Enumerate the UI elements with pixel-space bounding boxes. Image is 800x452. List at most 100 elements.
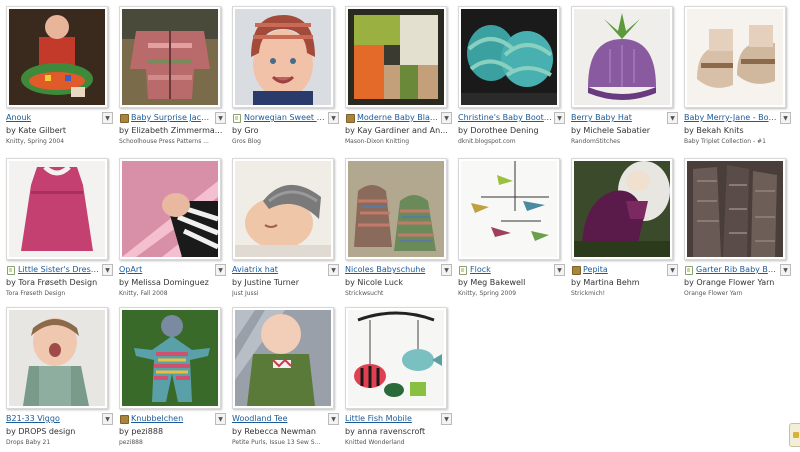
pattern-thumbnail[interactable] [571, 158, 673, 260]
pattern-designer: by Kay Gardiner and An... [345, 126, 448, 135]
pattern-designer: by Martina Behm [571, 278, 640, 287]
card-menu-dropdown[interactable]: ▼ [441, 413, 452, 425]
pattern-source: Knitted Wonderland [345, 439, 405, 446]
pattern-thumbnail[interactable] [345, 6, 447, 108]
pattern-designer: by DROPS design [6, 427, 76, 436]
pattern-source: Gros Blog [232, 138, 261, 145]
pattern-thumbnail[interactable] [6, 6, 108, 108]
pattern-designer: by pezi888 [119, 427, 164, 436]
pattern-title-link[interactable]: Woodland Tee [232, 413, 326, 425]
pattern-designer: by Nicole Luck [345, 278, 403, 287]
card-menu-dropdown[interactable]: ▼ [215, 413, 226, 425]
pattern-title-link[interactable]: Knubbelchen [131, 413, 213, 425]
card-menu-dropdown[interactable]: ▼ [215, 264, 226, 276]
pattern-thumbnail[interactable] [232, 158, 334, 260]
pattern-designer: by Kate Gilbert [6, 126, 67, 135]
pattern-designer: by anna ravenscroft [345, 427, 426, 436]
book-icon [572, 266, 581, 275]
pattern-source: Tora Frøseth Design [6, 290, 66, 297]
card-menu-dropdown[interactable]: ▼ [328, 413, 339, 425]
pattern-thumbnail[interactable] [571, 6, 673, 108]
web-page-icon [459, 266, 467, 275]
pattern-thumbnail[interactable] [232, 307, 334, 409]
pattern-designer: by Tora Frøseth Design [6, 278, 98, 287]
card-menu-dropdown[interactable]: ▼ [667, 112, 678, 124]
card-menu-dropdown[interactable]: ▼ [441, 112, 452, 124]
pattern-designer: by Justine Turner [232, 278, 300, 287]
pattern-title-link[interactable]: Baby Surprise Jacket [131, 112, 213, 124]
pattern-thumbnail[interactable] [119, 6, 221, 108]
web-page-icon [233, 114, 241, 123]
card-menu-dropdown[interactable]: ▼ [667, 264, 678, 276]
pattern-thumbnail[interactable] [345, 307, 447, 409]
pattern-source: Strickwsucht [345, 290, 384, 297]
pattern-grid: Anouk ▼ by Kate Gilbert Knitty, Spring 2… [0, 0, 800, 452]
pattern-title-link[interactable]: Little Sister's Dress (... [18, 264, 100, 276]
pattern-thumbnail[interactable] [6, 158, 108, 260]
pattern-source: Orange Flower Yarn [684, 290, 743, 297]
card-menu-dropdown[interactable]: ▼ [554, 112, 565, 124]
pattern-title-link[interactable]: Christine's Baby Booties [458, 112, 552, 124]
card-menu-dropdown[interactable]: ▼ [441, 264, 452, 276]
pattern-designer: by Melissa Dominguez [119, 278, 209, 287]
pattern-thumbnail[interactable] [458, 6, 560, 108]
pattern-source: Knitty, Spring 2009 [458, 290, 517, 297]
pattern-designer: by Michele Sabatier [571, 126, 651, 135]
pattern-title-link[interactable]: Nicoles Babyschuhe [345, 264, 439, 276]
pattern-designer: by Orange Flower Yarn [684, 278, 775, 287]
pattern-source: Just Jussi [232, 290, 259, 297]
pattern-source: dknit.blogspot.com [458, 138, 516, 145]
pattern-title-link[interactable]: Garter Rib Baby Blan... [696, 264, 778, 276]
card-menu-dropdown[interactable]: ▼ [102, 112, 113, 124]
pattern-source: Knitty, Spring 2004 [6, 138, 65, 145]
book-icon [120, 415, 129, 424]
pattern-title-link[interactable]: B21-33 Viggo [6, 413, 100, 425]
pattern-designer: by Meg Bakewell [458, 278, 526, 287]
card-menu-dropdown[interactable]: ▼ [102, 413, 113, 425]
pattern-thumbnail[interactable] [119, 158, 221, 260]
card-menu-dropdown[interactable]: ▼ [328, 112, 339, 124]
card-menu-dropdown[interactable]: ▼ [102, 264, 113, 276]
pattern-source: pezi888 [119, 439, 143, 446]
pattern-title-link[interactable]: Norwegian Sweet Ba... [244, 112, 326, 124]
pattern-thumbnail[interactable] [684, 6, 786, 108]
pattern-designer: by Elizabeth Zimmerma... [119, 126, 223, 135]
book-icon [120, 114, 129, 123]
pattern-designer: by Rebecca Newman [232, 427, 316, 436]
pattern-thumbnail[interactable] [345, 158, 447, 260]
pattern-source: Mason-Dixon Knitting [345, 138, 410, 145]
pattern-designer: by Dorothee Dening [458, 126, 539, 135]
pattern-thumbnail[interactable] [232, 6, 334, 108]
pattern-title-link[interactable]: Aviatrix hat [232, 264, 326, 276]
feedback-icon [793, 432, 799, 438]
pattern-source: Baby Triplet Collection - #1 [684, 138, 766, 145]
pattern-source: RandomStitches [571, 138, 620, 145]
pattern-designer: by Gro [232, 126, 259, 135]
pattern-title-link[interactable]: Berry Baby Hat [571, 112, 665, 124]
web-page-icon [685, 266, 693, 275]
feedback-tab-button[interactable] [789, 423, 800, 447]
pattern-title-link[interactable]: Anouk [6, 112, 100, 124]
pattern-title-link[interactable]: Flock [470, 264, 552, 276]
card-menu-dropdown[interactable]: ▼ [328, 264, 339, 276]
pattern-title-link[interactable]: Moderne Baby Blanket [357, 112, 439, 124]
pattern-designer: by Bekah Knits [684, 126, 744, 135]
pattern-thumbnail[interactable] [458, 158, 560, 260]
pattern-title-link[interactable]: Pepita [583, 264, 665, 276]
pattern-title-link[interactable]: Little Fish Mobile [345, 413, 439, 425]
pattern-source: Schoolhouse Press Patterns ... [119, 138, 209, 145]
pattern-source: Drops Baby 21 [6, 439, 51, 446]
pattern-thumbnail[interactable] [119, 307, 221, 409]
pattern-thumbnail[interactable] [6, 307, 108, 409]
card-menu-dropdown[interactable]: ▼ [780, 264, 791, 276]
card-menu-dropdown[interactable]: ▼ [554, 264, 565, 276]
pattern-source: Petite Purls, Issue 13 Sew S... [232, 439, 321, 446]
pattern-source: Strickmich! [571, 290, 606, 297]
pattern-title-link[interactable]: Baby Merry-Jane - Booti... [684, 112, 778, 124]
pattern-title-link[interactable]: OpArt [119, 264, 213, 276]
book-icon [346, 114, 355, 123]
pattern-thumbnail[interactable] [684, 158, 786, 260]
web-page-icon [7, 266, 15, 275]
card-menu-dropdown[interactable]: ▼ [215, 112, 226, 124]
card-menu-dropdown[interactable]: ▼ [780, 112, 791, 124]
